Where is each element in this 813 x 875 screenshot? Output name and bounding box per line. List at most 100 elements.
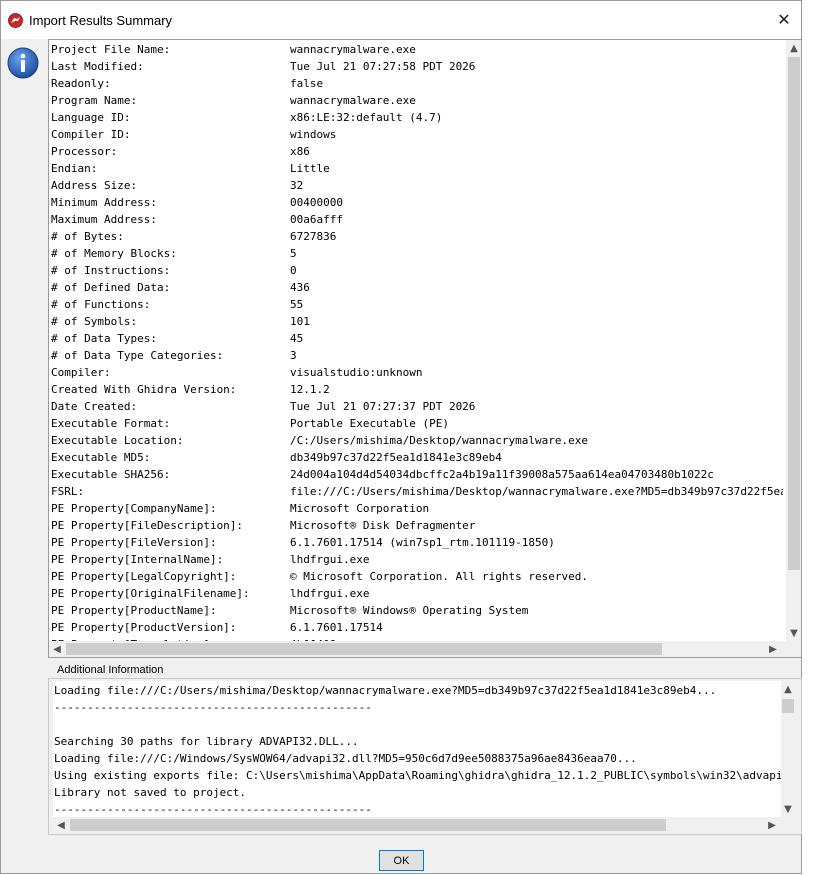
property-value: 55 [290, 298, 304, 311]
property-key: # of Bytes: [51, 230, 124, 243]
property-value: wannacrymalware.exe [290, 94, 416, 107]
property-key: # of Functions: [51, 298, 151, 311]
scroll-down-arrow-icon[interactable]: ▼ [780, 801, 796, 817]
scroll-up-arrow-icon[interactable]: ▲ [780, 681, 796, 697]
property-key: Project File Name: [51, 43, 171, 56]
property-key: Executable Format: [51, 417, 171, 430]
property-value: Microsoft® Disk Defragmenter [290, 519, 476, 532]
information-icon [7, 47, 39, 79]
dialog-title: Import Results Summary [29, 13, 173, 28]
scroll-left-arrow-icon[interactable]: ◀ [53, 817, 69, 833]
property-key: Program Name: [51, 94, 138, 107]
property-key: # of Defined Data: [51, 281, 171, 294]
property-key: Last Modified: [51, 60, 144, 73]
property-value: /C:/Users/mishima/Desktop/wannacrymalwar… [290, 434, 589, 447]
vertical-scroll-thumb[interactable] [788, 57, 800, 570]
property-value: 32 [290, 179, 304, 192]
property-key: # of Data Types: [51, 332, 157, 345]
property-value: visualstudio:unknown [290, 366, 423, 379]
property-value: 6.1.7601.17514 [290, 621, 383, 634]
property-key: # of Data Type Categories: [51, 349, 224, 362]
ok-button[interactable]: OK [379, 850, 424, 871]
property-key: Readonly: [51, 77, 111, 90]
log-line: Searching 30 paths for library ADVAPI32.… [54, 735, 359, 748]
property-key: PE Property[LegalCopyright]: [51, 570, 237, 583]
log-horizontal-scrollbar[interactable]: ◀ ▶ [53, 817, 780, 833]
property-key: Language ID: [51, 111, 131, 124]
property-key: PE Property[ProductName]: [51, 604, 217, 617]
property-key: Processor: [51, 145, 118, 158]
scroll-right-arrow-icon[interactable]: ▶ [764, 817, 780, 833]
ghidra-dragon-icon [8, 13, 23, 28]
close-button[interactable]: ✕ [767, 1, 801, 39]
property-value: windows [290, 128, 337, 141]
property-key: PE Property[ProductVersion]: [51, 621, 237, 634]
property-key: # of Instructions: [51, 264, 171, 277]
property-key: Executable Location: [51, 434, 184, 447]
property-value: Microsoft® Windows® Operating System [290, 604, 529, 617]
log-line: Loading file:///C:/Windows/SysWOW64/adva… [54, 752, 637, 765]
log-line: ----------------------------------------… [54, 803, 372, 816]
properties-panel: Project File Name: wannacrymalware.exe Las… [48, 39, 802, 658]
property-value: Microsoft Corporation [290, 502, 430, 515]
property-value: lhdfrgui.exe [290, 587, 370, 600]
property-key: PE Property[FileVersion]: [51, 536, 217, 549]
property-key: Executable SHA256: [51, 468, 171, 481]
property-key: PE Property[OriginalFilename]: [51, 587, 250, 600]
properties-list: Project File Name: wannacrymalware.exe Las… [50, 41, 783, 641]
close-icon: ✕ [777, 12, 791, 29]
property-key: Executable MD5: [51, 451, 151, 464]
property-key: Date Created: [51, 400, 138, 413]
property-key: PE Property[FileDescription]: [51, 519, 244, 532]
log-text-area[interactable]: Loading file:///C:/Users/mishima/Desktop… [53, 681, 781, 817]
scroll-up-arrow-icon[interactable]: ▲ [786, 40, 801, 56]
property-value: Tue Jul 21 07:27:37 PDT 2026 [290, 400, 476, 413]
scroll-left-arrow-icon[interactable]: ◀ [49, 641, 65, 657]
property-key: Compiler ID: [51, 128, 131, 141]
property-value: 24d004a104d4d54034dbcffc2a4b19a11f39008a… [290, 468, 714, 481]
property-key: Address Size: [51, 179, 138, 192]
property-key: Created With Ghidra Version: [51, 383, 237, 396]
property-key: Maximum Address: [51, 213, 157, 226]
property-value: 3 [290, 349, 297, 362]
vertical-scroll-thumb[interactable] [782, 699, 794, 713]
scroll-down-arrow-icon[interactable]: ▼ [786, 625, 801, 641]
property-key: Compiler: [51, 366, 111, 379]
property-value: false [290, 77, 324, 90]
log-vertical-scrollbar[interactable]: ▲ ▼ [780, 681, 796, 817]
property-value: 6727836 [290, 230, 337, 243]
log-line: Loading file:///C:/Users/mishima/Desktop… [54, 684, 717, 697]
property-value: 6.1.7601.17514 (win7sp1_rtm.101119-1850) [290, 536, 555, 549]
properties-vertical-scrollbar[interactable]: ▲ ▼ [786, 40, 801, 641]
log-line: Using existing exports file: C:\Users\mi… [54, 769, 781, 782]
property-value: lhdfrgui.exe [290, 553, 370, 566]
property-key: Endian: [51, 162, 98, 175]
property-key: # of Memory Blocks: [51, 247, 177, 260]
horizontal-scroll-thumb[interactable] [70, 819, 666, 831]
property-value: © Microsoft Corporation. All rights rese… [290, 570, 589, 583]
property-value: Little [290, 162, 330, 175]
property-value: db349b97c37d22f5ea1d1841e3c89eb4 [290, 451, 502, 464]
log-line: Library not saved to project. [54, 786, 247, 799]
property-value: 00400000 [290, 196, 343, 209]
property-value: Portable Executable (PE) [290, 417, 449, 430]
property-value: 5 [290, 247, 297, 260]
property-value: 00a6afff [290, 213, 343, 226]
property-value: 436 [290, 281, 310, 294]
property-value: 101 [290, 315, 310, 328]
property-key: PE Property[CompanyName]: [51, 502, 217, 515]
import-results-dialog: Import Results Summary ✕ Project File Na… [0, 0, 802, 874]
property-key: # of Symbols: [51, 315, 138, 328]
properties-horizontal-scrollbar[interactable]: ◀ ▶ [49, 641, 801, 657]
scroll-right-arrow-icon[interactable]: ▶ [765, 641, 781, 657]
property-value: 0 [290, 264, 297, 277]
log-line: ----------------------------------------… [54, 701, 372, 714]
property-value: 12.1.2 [290, 383, 330, 396]
property-value: wannacrymalware.exe [290, 43, 416, 56]
property-key: PE Property[InternalName]: [51, 553, 224, 566]
property-value: file:///C:/Users/mishima/Desktop/wannacr… [290, 485, 783, 498]
property-value: Tue Jul 21 07:27:58 PDT 2026 [290, 60, 476, 73]
horizontal-scroll-thumb[interactable] [66, 643, 662, 655]
property-value: x86 [290, 145, 310, 158]
property-value: x86:LE:32:default (4.7) [290, 111, 443, 124]
